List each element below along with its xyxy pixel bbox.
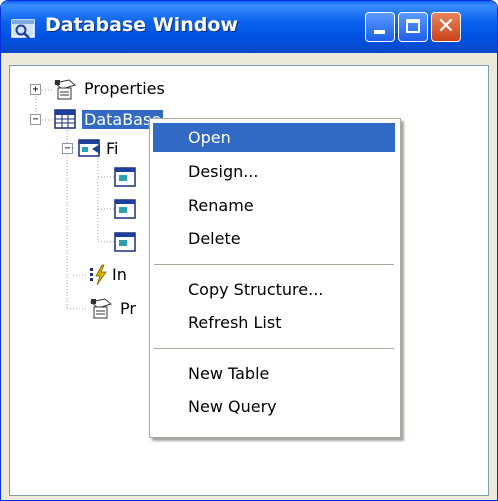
minimize-icon [374,30,385,34]
properties-icon [53,79,77,100]
tree-node-properties-child[interactable]: Pr [120,299,136,318]
tree-node-indexes[interactable]: In [112,265,127,284]
menu-item-rename[interactable]: Rename [153,191,395,220]
maximize-button[interactable] [398,12,428,42]
properties-icon [89,298,113,319]
close-button[interactable]: ✕ [431,12,461,42]
menu-item-refresh-list[interactable]: Refresh List [153,308,395,337]
minimize-button[interactable] [365,12,395,42]
menu-item-copy-structure[interactable]: Copy Structure... [153,275,395,304]
expand-toggle[interactable]: + [30,84,41,95]
menu-item-design[interactable]: Design... [153,157,395,186]
maximize-icon [406,19,420,33]
database-window: Database Window ✕ + Properties − DataBas… [0,0,498,501]
menu-item-new-query[interactable]: New Query [153,392,395,421]
menu-item-new-table[interactable]: New Table [153,359,395,388]
database-window-icon [11,19,35,39]
close-icon: ✕ [436,14,456,39]
menu-separator [154,264,394,265]
table-icon [54,109,76,129]
window-title: Database Window [45,14,238,36]
field-icon[interactable] [114,167,136,187]
fields-icon [78,139,100,157]
indexes-icon [90,264,107,286]
collapse-toggle[interactable]: − [62,143,73,154]
title-bar[interactable]: Database Window ✕ [1,1,497,53]
field-icon[interactable] [114,199,136,219]
collapse-toggle[interactable]: − [30,114,41,125]
context-menu: Open Design... Rename Delete Copy Struct… [149,118,401,438]
menu-item-open[interactable]: Open [153,123,395,152]
field-icon[interactable] [114,232,136,252]
menu-separator [154,348,394,349]
menu-item-delete[interactable]: Delete [153,224,395,253]
tree-node-fields[interactable]: Fi [106,139,118,158]
tree-node-properties[interactable]: Properties [84,79,165,98]
